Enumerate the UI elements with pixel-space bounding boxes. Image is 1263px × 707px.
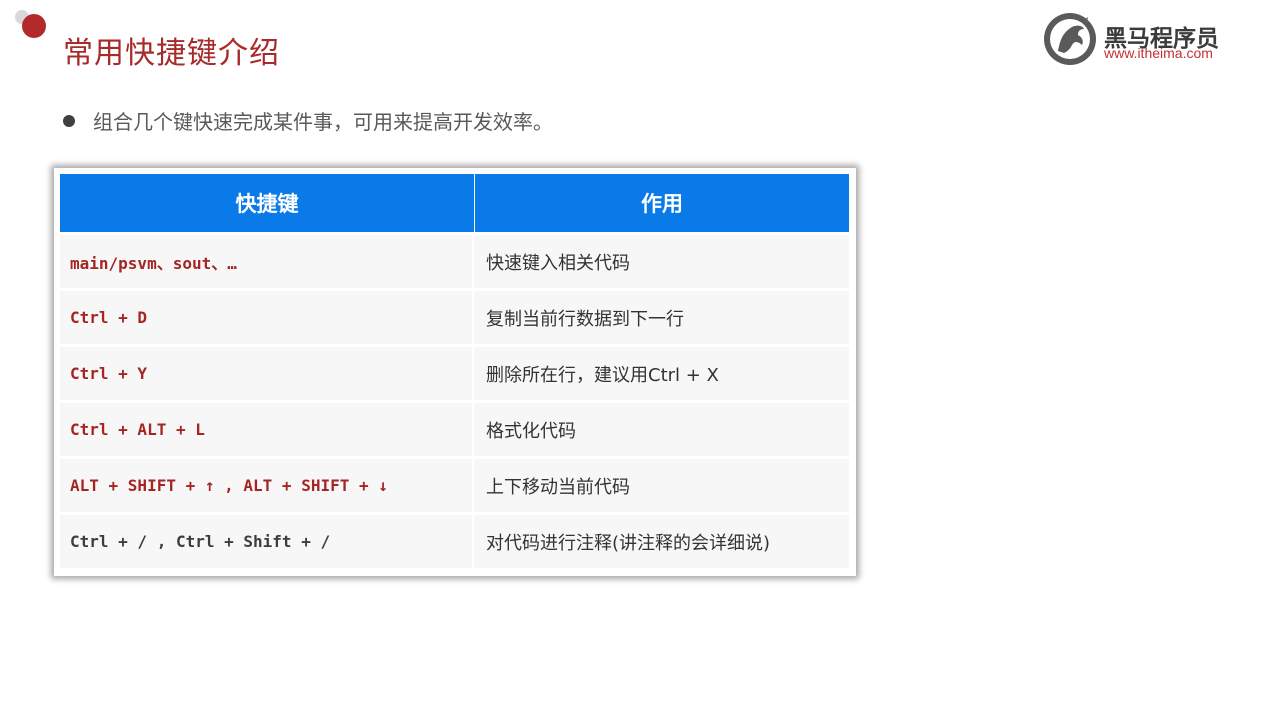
header-action: 作用 (641, 192, 683, 216)
shortcut-key: main/psvm、sout、… (60, 235, 474, 288)
table-row: main/psvm、sout、… 快速键入相关代码 (60, 235, 849, 288)
horse-logo-icon (1044, 13, 1096, 65)
page-title: 常用快捷键介绍 (63, 36, 280, 71)
logo: 黑马程序员 www.itheima.com (1042, 11, 1227, 67)
shortcut-action: 上下移动当前代码 (486, 476, 630, 498)
shortcut-action: 格式化代码 (486, 420, 576, 442)
shortcut-key: Ctrl + ALT + L (60, 403, 474, 456)
table-row: ALT + SHIFT + ↑ , ALT + SHIFT + ↓ 上下移动当前… (60, 459, 849, 512)
shortcut-key: Ctrl + D (60, 291, 474, 344)
bullet-text: 组合几个键快速完成某件事，可用来提高开发效率。 (93, 110, 553, 134)
shortcut-key: Ctrl + Y (60, 347, 474, 400)
shortcut-action: 复制当前行数据到下一行 (486, 308, 684, 330)
decor-dot-red (22, 14, 46, 38)
table-header: 快捷键 作用 (60, 174, 849, 232)
table-row: Ctrl + Y 删除所在行，建议用Ctrl + X (60, 347, 849, 400)
shortcut-table: 快捷键 作用 main/psvm、sout、… 快速键入相关代码 Ctrl + … (60, 174, 849, 570)
shortcut-table-frame: 快捷键 作用 main/psvm、sout、… 快速键入相关代码 Ctrl + … (54, 168, 856, 576)
logo-url: www.itheima.com (1104, 45, 1213, 61)
header-shortcut: 快捷键 (60, 174, 475, 232)
table-row: Ctrl + ALT + L 格式化代码 (60, 403, 849, 456)
shortcut-action: 快速键入相关代码 (486, 252, 630, 274)
shortcut-action: 删除所在行，建议用Ctrl + X (486, 364, 719, 386)
table-row: Ctrl + D 复制当前行数据到下一行 (60, 291, 849, 344)
bullet-item: 组合几个键快速完成某件事，可用来提高开发效率。 (63, 106, 553, 135)
table-row: Ctrl + / , Ctrl + Shift + / 对代码进行注释(讲注释的… (60, 515, 849, 568)
shortcut-key: ALT + SHIFT + ↑ , ALT + SHIFT + ↓ (60, 459, 474, 512)
shortcut-action: 对代码进行注释(讲注释的会详细说) (486, 532, 771, 554)
shortcut-key: Ctrl + / , Ctrl + Shift + / (60, 515, 474, 568)
bullet-dot-icon (63, 114, 75, 127)
